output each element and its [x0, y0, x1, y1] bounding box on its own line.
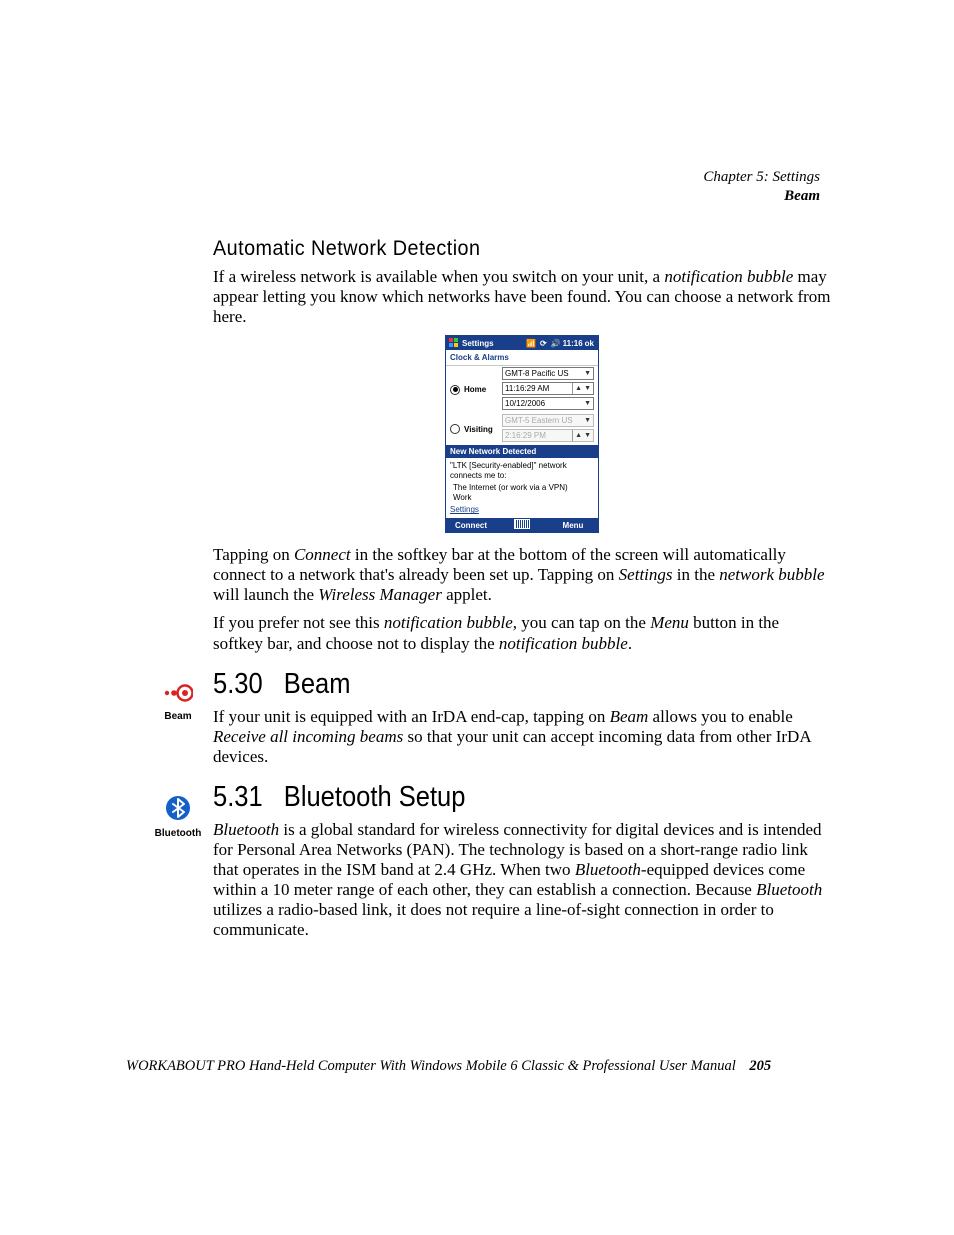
- beam-margin-icon: Beam: [151, 682, 205, 722]
- visiting-time-field: 2:16:29 PM▲▼: [502, 429, 594, 442]
- bluetooth-margin-icon: Bluetooth: [151, 795, 205, 839]
- signal-icon: 📶: [526, 339, 536, 348]
- section-label: Beam: [703, 187, 820, 206]
- chevron-down-icon: ▼: [582, 415, 591, 426]
- page-number: 205: [749, 1058, 771, 1074]
- visiting-label: Visiting: [464, 425, 502, 434]
- section-heading-bluetooth: 5.31Bluetooth Setup: [213, 781, 757, 814]
- bluetooth-icon: [165, 795, 191, 821]
- device-title: Settings: [462, 339, 494, 348]
- connect-softkey[interactable]: Connect: [446, 521, 496, 530]
- spinner-up-icon: ▲: [572, 383, 582, 394]
- running-header: Chapter 5: Settings Beam: [703, 168, 820, 206]
- keyboard-icon[interactable]: [514, 519, 530, 529]
- beam-icon: [163, 682, 193, 704]
- paragraph: If you prefer not see this notification …: [213, 613, 831, 653]
- device-clock: 11:16: [563, 339, 583, 348]
- notification-title: New Network Detected: [446, 445, 598, 458]
- visiting-radio[interactable]: [450, 424, 460, 434]
- clock-alarms-header: Clock & Alarms: [446, 350, 598, 366]
- windows-flag-icon: [449, 338, 459, 348]
- ok-button[interactable]: ok: [585, 339, 594, 348]
- bluetooth-icon-label: Bluetooth: [151, 828, 205, 839]
- subsection-heading: Automatic Network Detection: [213, 236, 782, 261]
- volume-icon: 🔊: [551, 339, 561, 348]
- paragraph: If your unit is equipped with an IrDA en…: [213, 707, 831, 767]
- page-footer: WORKABOUT PRO Hand-Held Computer With Wi…: [126, 1058, 820, 1075]
- home-timezone-field[interactable]: GMT-8 Pacific US▼: [502, 367, 594, 380]
- visiting-timezone-field: GMT-5 Eastern US▼: [502, 414, 594, 427]
- paragraph: Bluetooth is a global standard for wirel…: [213, 820, 831, 940]
- home-time-field[interactable]: 11:16:29 AM▲▼: [502, 382, 594, 395]
- notification-message: "LTK [Security-enabled]" network connect…: [450, 461, 594, 480]
- spinner-down-icon: ▼: [582, 430, 591, 441]
- softkey-bar: Connect Menu: [446, 518, 598, 532]
- home-label: Home: [464, 385, 502, 394]
- paragraph: If a wireless network is available when …: [213, 267, 831, 327]
- spinner-up-icon: ▲: [572, 430, 582, 441]
- sync-icon: ⟳: [540, 339, 547, 348]
- chevron-down-icon: ▼: [582, 368, 591, 379]
- menu-softkey[interactable]: Menu: [548, 521, 598, 530]
- home-date-field[interactable]: 10/12/2006▼: [502, 397, 594, 410]
- chapter-label: Chapter 5: Settings: [703, 168, 820, 187]
- settings-link[interactable]: Settings: [450, 505, 594, 514]
- home-radio[interactable]: [450, 385, 460, 395]
- device-title-bar: Settings 📶 ⟳ 🔊 11:16 ok: [446, 336, 598, 350]
- chevron-down-icon: ▼: [582, 398, 591, 409]
- section-heading-beam: 5.30Beam: [213, 668, 757, 701]
- device-screenshot: Settings 📶 ⟳ 🔊 11:16 ok Clock & Alarms H…: [445, 335, 599, 533]
- footer-text: WORKABOUT PRO Hand-Held Computer With Wi…: [126, 1058, 736, 1074]
- beam-icon-label: Beam: [151, 711, 205, 722]
- notification-body: "LTK [Security-enabled]" network connect…: [446, 458, 598, 518]
- spinner-down-icon: ▼: [582, 383, 591, 394]
- paragraph: Tapping on Connect in the softkey bar at…: [213, 545, 831, 605]
